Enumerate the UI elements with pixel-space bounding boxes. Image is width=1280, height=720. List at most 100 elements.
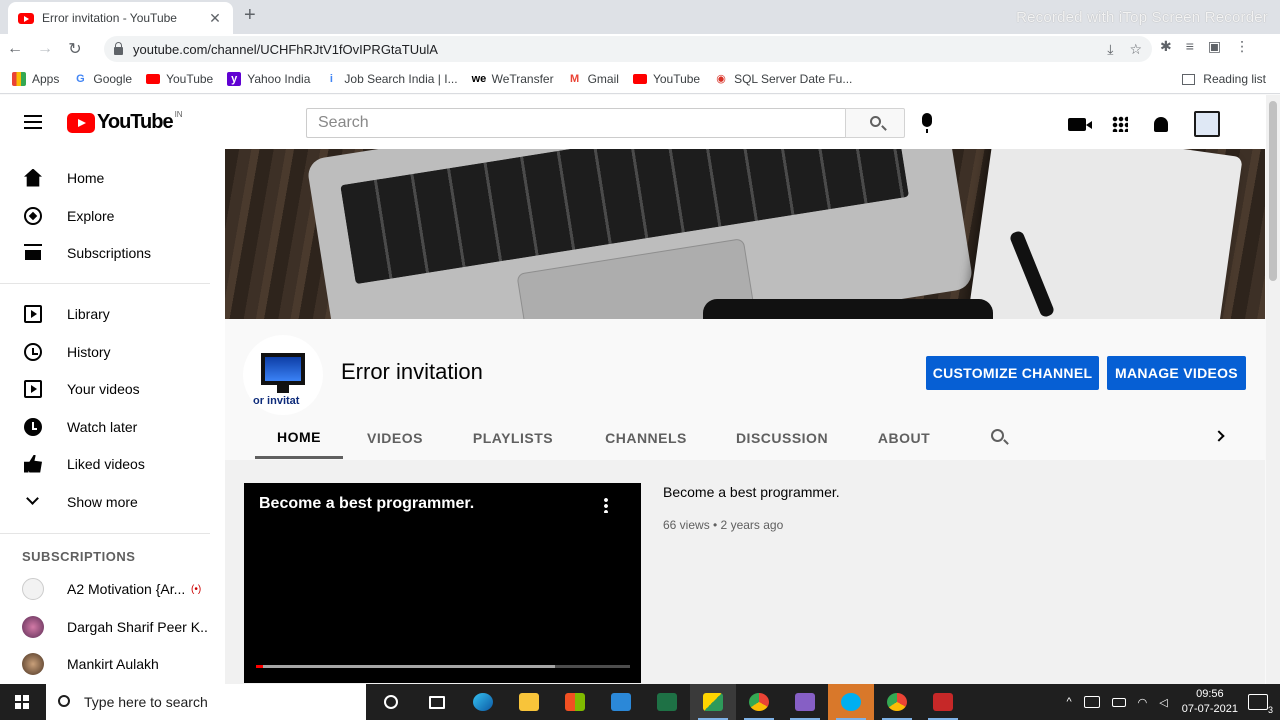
- chevron-up-icon[interactable]: ^: [1066, 696, 1071, 708]
- tab-home[interactable]: HOME: [255, 417, 343, 459]
- bookmark-job-search[interactable]: i Job Search India | I...: [324, 72, 458, 86]
- customize-channel-button[interactable]: CUSTOMIZE CHANNEL: [926, 356, 1099, 390]
- manage-videos-button[interactable]: MANAGE VIDEOS: [1107, 356, 1246, 390]
- more-options-icon[interactable]: [604, 497, 608, 513]
- media-control-icon[interactable]: ≡: [1186, 38, 1194, 55]
- youtube-icon: [632, 73, 647, 84]
- file-explorer-icon[interactable]: [506, 684, 552, 720]
- extension-area: ✱ ≡ ▣ ⋮: [1160, 38, 1249, 55]
- tab-videos[interactable]: VIDEOS: [355, 417, 435, 459]
- tab-about[interactable]: ABOUT: [863, 417, 945, 459]
- edge-icon[interactable]: [460, 684, 506, 720]
- volume-icon[interactable]: ◁: [1159, 696, 1167, 709]
- channel-search-icon[interactable]: [991, 429, 1004, 442]
- featured-video-title[interactable]: Become a best programmer.: [663, 484, 840, 500]
- create-video-icon[interactable]: [1068, 117, 1092, 131]
- hamburger-menu-icon[interactable]: [24, 115, 42, 129]
- notifications-bell-icon[interactable]: [1154, 116, 1168, 132]
- extensions-puzzle-icon[interactable]: ✱: [1160, 38, 1172, 55]
- back-arrow-icon[interactable]: ←: [0, 40, 30, 58]
- address-bar[interactable]: youtube.com/channel/UCHFhRJtV1fOvIPRGtaT…: [104, 36, 1152, 62]
- profile-icon[interactable]: ▣: [1208, 38, 1221, 55]
- microphone-icon[interactable]: [922, 113, 932, 133]
- skype-icon[interactable]: [828, 684, 874, 720]
- gmail-icon: M: [570, 72, 580, 85]
- sidebar-item-library[interactable]: Library: [0, 295, 225, 332]
- bookmark-wetransfer[interactable]: we WeTransfer: [472, 72, 554, 86]
- bookmark-youtube-2[interactable]: YouTube: [632, 72, 700, 86]
- sidebar-item-watch-later[interactable]: Watch later: [0, 408, 225, 445]
- chevron-right-icon[interactable]: [1213, 430, 1225, 442]
- chrome-profile-icon[interactable]: [736, 684, 782, 720]
- windows-taskbar: Type here to search ^ ◠ ◁ 09:56 07-07-20…: [0, 684, 1280, 720]
- search-button[interactable]: [845, 108, 905, 138]
- new-tab-button[interactable]: +: [244, 4, 256, 27]
- sidebar-item-liked-videos[interactable]: Liked videos: [0, 445, 225, 482]
- tab-discussion[interactable]: DISCUSSION: [723, 417, 841, 459]
- browser-menu-icon[interactable]: ⋮: [1235, 38, 1249, 55]
- tab-close-icon[interactable]: ✕: [207, 10, 223, 27]
- bookmark-google[interactable]: G Google: [73, 72, 132, 86]
- banner-phone-image: [703, 299, 993, 319]
- store-icon[interactable]: [552, 684, 598, 720]
- reload-icon[interactable]: ↻: [60, 39, 90, 59]
- channel-home-content: Become a best programmer. Become a best …: [225, 460, 1265, 684]
- yahoo-icon: y: [227, 71, 242, 86]
- subscriptions-icon: [24, 243, 42, 262]
- channel-avatar: [22, 616, 44, 638]
- cortana-icon[interactable]: [368, 684, 414, 720]
- tab-channels[interactable]: CHANNELS: [591, 417, 701, 459]
- browser-tab[interactable]: Error invitation - YouTube ✕: [8, 2, 233, 34]
- windows-start-icon[interactable]: [0, 684, 44, 720]
- sidebar-item-show-more[interactable]: Show more: [0, 483, 225, 520]
- bookmark-youtube[interactable]: YouTube: [146, 72, 213, 86]
- install-app-icon[interactable]: ⤓: [1107, 41, 1113, 58]
- subscription-item[interactable]: Dargah Sharif Peer K...: [22, 615, 222, 639]
- action-center-icon[interactable]: 3: [1248, 694, 1273, 715]
- bookmark-yahoo[interactable]: y Yahoo India: [227, 71, 310, 86]
- sidebar-item-history[interactable]: History: [0, 333, 225, 370]
- watch-later-icon: [24, 417, 42, 436]
- video-player[interactable]: Become a best programmer.: [244, 483, 641, 683]
- youtube-logo[interactable]: YouTube IN: [67, 110, 183, 134]
- featured-video-meta: 66 views • 2 years ago: [663, 518, 784, 532]
- bookmark-apps[interactable]: Apps: [12, 71, 59, 86]
- sidebar-item-subscriptions[interactable]: Subscriptions: [0, 234, 225, 271]
- taskbar-clock[interactable]: 09:56 07-07-2021: [1182, 687, 1238, 717]
- lock-icon: [114, 42, 123, 55]
- logo-wordmark: YouTube: [97, 111, 174, 133]
- tab-playlists[interactable]: PLAYLISTS: [463, 417, 563, 459]
- apps-grid-icon[interactable]: [1112, 116, 1128, 132]
- forward-arrow-icon[interactable]: →: [30, 40, 60, 58]
- taskbar-search-box[interactable]: Type here to search: [46, 684, 366, 720]
- youtube-favicon-icon: [18, 12, 34, 24]
- account-avatar[interactable]: [1194, 111, 1220, 137]
- task-view-icon[interactable]: [414, 684, 460, 720]
- reading-list-button[interactable]: Reading list: [1182, 72, 1266, 86]
- scrollbar-thumb[interactable]: [1269, 101, 1277, 281]
- sticky-notes-icon[interactable]: [690, 684, 736, 720]
- visual-studio-icon[interactable]: [782, 684, 828, 720]
- video-progress-bar[interactable]: [256, 665, 630, 668]
- sidebar-divider: [0, 533, 210, 534]
- bookmark-star-icon[interactable]: ☆: [1129, 41, 1142, 58]
- keyboard-icon[interactable]: [1083, 696, 1100, 708]
- sidebar-item-explore[interactable]: Explore: [0, 197, 225, 234]
- clock-time: 09:56: [1196, 688, 1224, 700]
- search-input[interactable]: Search: [306, 108, 846, 138]
- bookmark-sql-server[interactable]: ◉ SQL Server Date Fu...: [714, 72, 852, 86]
- wifi-icon[interactable]: ◠: [1138, 696, 1148, 709]
- screen-recorder-icon[interactable]: [920, 684, 966, 720]
- excel-icon[interactable]: [644, 684, 690, 720]
- channel-avatar-large[interactable]: or invitat: [243, 335, 323, 415]
- mail-icon[interactable]: [598, 684, 644, 720]
- subscription-item[interactable]: A2 Motivation {Ar... (•): [22, 577, 222, 601]
- chrome-icon[interactable]: [874, 684, 920, 720]
- sidebar-item-home[interactable]: Home: [0, 159, 225, 196]
- bookmark-gmail[interactable]: M Gmail: [568, 72, 619, 86]
- battery-icon[interactable]: [1111, 697, 1126, 707]
- monitor-icon: [261, 353, 305, 385]
- sidebar-item-your-videos[interactable]: Your videos: [0, 370, 225, 407]
- subscription-item[interactable]: Mankirt Aulakh: [22, 652, 222, 676]
- page-scrollbar[interactable]: [1266, 95, 1280, 684]
